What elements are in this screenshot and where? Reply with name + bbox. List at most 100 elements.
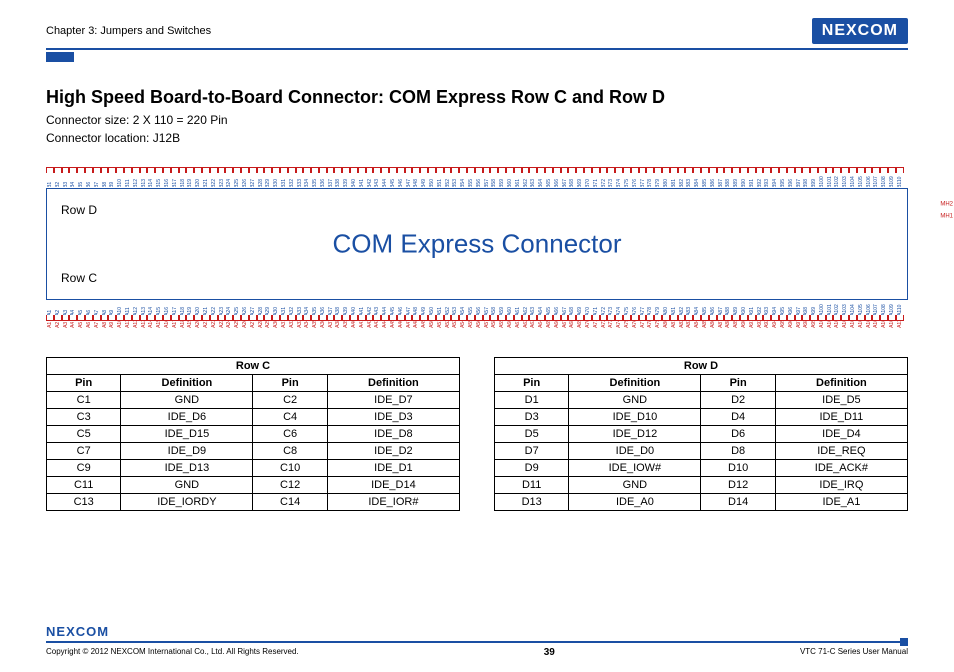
b-label: B41 [359, 180, 365, 187]
pin-top [631, 167, 639, 173]
b-label: B43 [374, 180, 380, 187]
a-label: A34 [304, 321, 310, 328]
a-label: A25 [234, 321, 240, 328]
a-inner-label: A29 [265, 308, 271, 315]
a-label: A99 [811, 321, 817, 328]
table-row: C7IDE_D9C8IDE_D2 [47, 442, 460, 459]
a-label: A63 [530, 321, 536, 328]
pin-top [69, 167, 77, 173]
a-inner-label: A96 [788, 308, 794, 315]
a-label: A83 [686, 321, 692, 328]
a-inner-label: A36 [320, 308, 326, 315]
definition-cell: GND [121, 476, 253, 493]
b-label: B69 [577, 180, 583, 187]
b-label: B46 [398, 180, 404, 187]
a-label: A24 [226, 321, 232, 328]
row-d-label: Row D [61, 203, 97, 217]
a-label: A101 [827, 321, 833, 328]
table-row: C13IDE_IORDYC14IDE_IOR# [47, 493, 460, 510]
pin-top [654, 167, 662, 173]
b-label: B61 [515, 180, 521, 187]
b-label: B72 [600, 180, 606, 187]
chapter-label: Chapter 3: Jumpers and Switches [46, 25, 211, 37]
a-label: A106 [866, 321, 872, 328]
a-label: A29 [265, 321, 271, 328]
pin-top [397, 167, 405, 173]
pin-top [865, 167, 873, 173]
table-c-caption: Row C [47, 357, 460, 374]
a-inner-label: A20 [195, 308, 201, 315]
b-label: B32 [289, 180, 295, 187]
pin-cell: D5 [495, 425, 569, 442]
a-inner-label: A5 [78, 308, 84, 315]
pin-top [857, 167, 865, 173]
b-label: B101 [827, 180, 833, 187]
a-inner-label: A31 [281, 308, 287, 315]
b-label: B27 [250, 180, 256, 187]
a-label: A85 [702, 321, 708, 328]
definition-cell: IDE_IORDY [121, 493, 253, 510]
a-label: A64 [538, 321, 544, 328]
pin-top [880, 167, 888, 173]
connector-title: COM Express Connector [333, 228, 622, 259]
a-inner-label: A23 [218, 308, 224, 315]
pin-top [561, 167, 569, 173]
b-label: B19 [187, 180, 193, 187]
a-label: A70 [585, 321, 591, 328]
pin-top [522, 167, 530, 173]
b-label: B7 [94, 180, 100, 187]
b-label: B65 [546, 180, 552, 187]
pin-top [381, 167, 389, 173]
definition-cell: IDE_IOR# [327, 493, 459, 510]
pin-top [311, 167, 319, 173]
b-label: B95 [780, 180, 786, 187]
definition-cell: IDE_D13 [121, 459, 253, 476]
pin-top [639, 167, 647, 173]
a-inner-label: A57 [484, 308, 490, 315]
a-inner-label: A24 [226, 308, 232, 315]
col-header: Pin [253, 374, 327, 391]
a-label: A87 [717, 321, 723, 328]
a-label: A42 [367, 321, 373, 328]
b-label: B31 [281, 180, 287, 187]
a-inner-label: A60 [507, 308, 513, 315]
pin-top [202, 167, 210, 173]
table-row: D1GNDD2IDE_D5 [495, 391, 908, 408]
a-inner-label: A91 [749, 308, 755, 315]
a-label: A81 [671, 321, 677, 328]
a-inner-label: A8 [101, 308, 107, 315]
a-label: A36 [320, 321, 326, 328]
pin-top [342, 167, 350, 173]
b-label: B80 [663, 180, 669, 187]
definition-cell: IDE_D6 [121, 408, 253, 425]
pin-top [93, 167, 101, 173]
a-inner-label: A18 [179, 308, 185, 315]
pin-row-top [46, 167, 908, 173]
a-label: A60 [507, 321, 513, 328]
a-inner-label: A84 [694, 308, 700, 315]
b-label: B78 [647, 180, 653, 187]
pin-top [678, 167, 686, 173]
header-rule [46, 48, 908, 50]
a-inner-label: A32 [289, 308, 295, 315]
a-label: A27 [250, 321, 256, 328]
a-label: A76 [632, 321, 638, 328]
a-label: A98 [803, 321, 809, 328]
b-label: B107 [873, 180, 879, 187]
pin-top [592, 167, 600, 173]
a-inner-label: A110 [897, 308, 903, 315]
a-label: A32 [289, 321, 295, 328]
definition-cell: IDE_D0 [569, 442, 701, 459]
a-inner-label: A103 [842, 308, 848, 315]
table-row: C9IDE_D13C10IDE_D1 [47, 459, 460, 476]
pin-cell: D2 [701, 391, 775, 408]
b-label: B79 [655, 180, 661, 187]
a-inner-label: A3 [62, 308, 68, 315]
b-label: B100 [819, 180, 825, 187]
pin-cell: D14 [701, 493, 775, 510]
a-inner-label: A69 [577, 308, 583, 315]
a-inner-label: A92 [756, 308, 762, 315]
a-inner-label: A43 [374, 308, 380, 315]
definition-cell: IDE_ACK# [775, 459, 907, 476]
b-label: B85 [702, 180, 708, 187]
